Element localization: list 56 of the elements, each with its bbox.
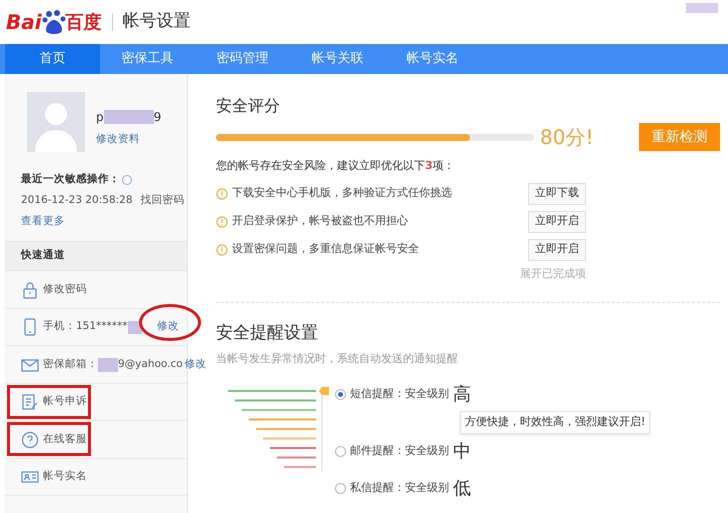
page-title: 帐号设置 [122,10,191,34]
section-header: 快速通道 [5,241,187,272]
security-grade: 中 [453,440,471,464]
quick-link[interactable]: 在线客服 [43,432,87,448]
redacted-block [104,110,154,124]
paw-icon [42,9,66,35]
username: 9 [154,109,162,126]
score-reading: 80分! [540,124,594,151]
nav-tab[interactable]: 首页 [5,44,100,74]
quick-link[interactable]: 手机： [43,319,76,335]
avatar-placeholder [27,92,85,152]
edit-link[interactable]: 修改 [155,319,179,335]
security-grade: 高 [453,383,471,407]
radio-button[interactable] [335,446,346,457]
nav-tab[interactable]: 密码管理 [195,44,290,74]
section-title: 安全提醒设置 [216,322,319,345]
action-button[interactable]: 立即开启 [528,238,586,260]
risk-warning: 您的帐号存在安全风险，建议立即优化以下3项： [216,158,456,174]
action-button[interactable]: 立即开启 [528,210,586,232]
form-icon [21,393,39,411]
alert-option-label: 邮件提醒：安全级别 [350,443,449,460]
logo-text: 百度 [66,10,102,34]
warning-icon [216,216,228,228]
view-more-link[interactable]: 查看更多 [21,214,171,230]
recent-label: 最近一次敏感操作： [21,172,120,187]
action-button[interactable]: 立即下载 [528,182,586,204]
radio-button[interactable] [335,483,346,494]
redacted-block [686,3,718,13]
tooltip: 方便快捷，时效性高，强烈建议开启! [460,411,650,434]
contact-value: 9@yahoo.co [118,356,183,372]
alert-option-label: 私信提醒：安全级别 [350,480,449,496]
username: p [96,109,104,126]
risk-item: 设置密保问题，多重信息保证帐号安全 [232,241,419,258]
edit-link[interactable]: 修改 [182,356,207,372]
nav-tab[interactable]: 帐号关联 [290,44,385,74]
quick-link[interactable]: 帐号申诉 [43,394,87,410]
risk-item: 开启登录保护，帐号被盗也不用担心 [232,213,408,230]
quick-link[interactable]: 帐号实名 [43,469,87,485]
quick-link[interactable]: 修改密码 [43,282,87,298]
logo-text: Bai [6,9,42,36]
section-subtitle: 当帐号发生异常情况时，系统自动发送的通知提醒 [216,350,459,366]
recent-action: 找回密码 [140,192,185,208]
nav-tab[interactable]: 帐号实名 [385,44,480,74]
risk-item: 下载安全中心手机版，多种验证方式任你挑选 [232,185,452,202]
recent-time: 2016-12-23 20:58:28 [21,192,133,208]
warning-icon [216,244,228,256]
radio-button[interactable] [335,389,346,400]
quick-link[interactable]: 密保邮箱： [43,356,98,372]
nav-tab[interactable]: 密保工具 [100,44,195,74]
edit-profile-link[interactable]: 修改资料 [96,132,162,148]
section-title: 安全评分 [216,95,281,117]
warning-icon [216,188,228,200]
security-grade: 低 [453,477,471,501]
alert-option-label: 短信提醒：安全级别 [350,386,449,402]
contact-value: 151****** [76,319,128,334]
lock-icon [21,280,39,298]
